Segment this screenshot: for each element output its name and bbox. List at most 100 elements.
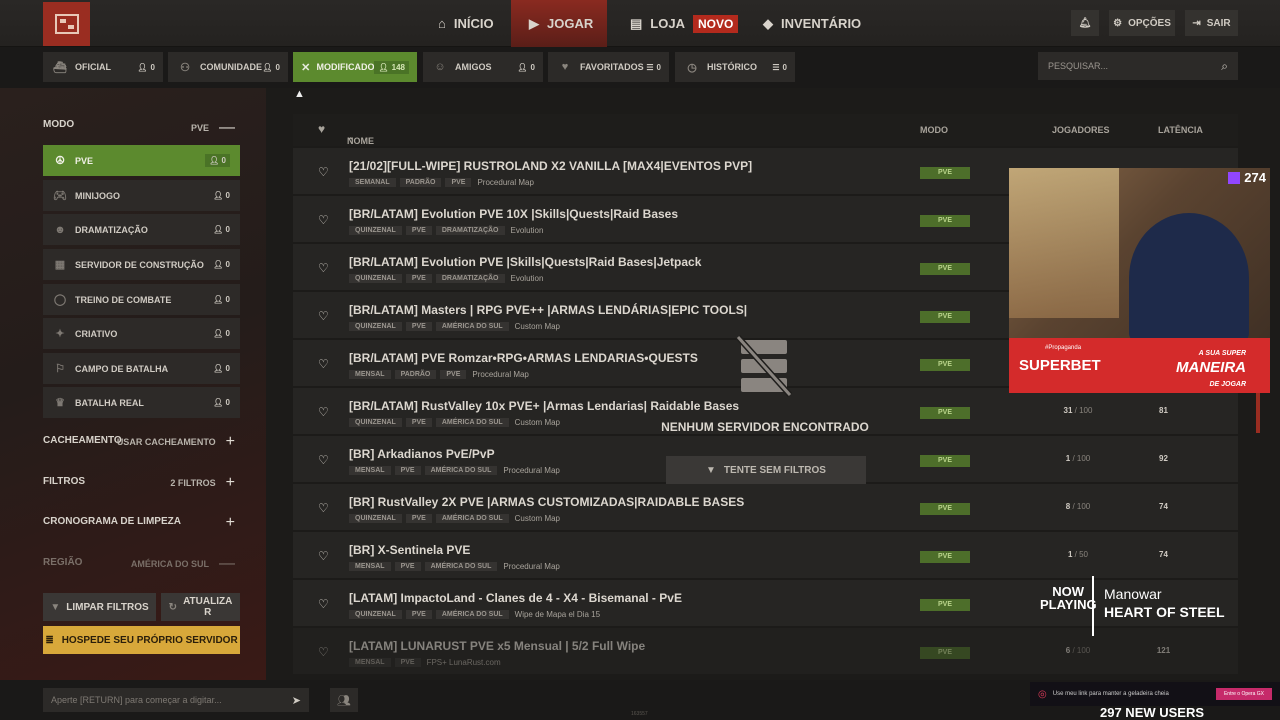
tab-comunidade[interactable]: ⚇ COMUNIDADE 👤︎ 0 [168,52,288,82]
server-tag: SEMANAL [349,178,396,187]
box-icon: ◆ [763,15,773,31]
mode-item-pve[interactable]: ☮ PVE 👤︎ 0 [43,145,240,176]
server-tags: QUINZENAL PVE DRAMATIZAÇÃO Evolution [349,226,543,235]
favorite-heart-icon[interactable]: ♡ [318,261,329,275]
mode-count: 👤︎ 0 [205,154,230,167]
favorite-heart-icon[interactable]: ♡ [318,405,329,419]
favorite-heart-icon[interactable]: ♡ [318,501,329,515]
table-row[interactable]: ♡ [LATAM] LUNARUST PVE x5 Mensual | 5/2 F… [293,628,1238,674]
peace-icon: ☮ [55,155,65,167]
server-name: [BR/LATAM] Evolution PVE |Skills|Quests|… [349,255,702,269]
try-without-filters-button[interactable]: ▼ TENTE SEM FILTROS [666,456,866,484]
plus-icon: + [225,514,235,531]
search-icon[interactable]: ⌕ [1221,59,1228,74]
mode-badge: PVE [920,359,970,371]
mode-count: 👤︎ 0 [213,260,230,269]
server-icon: ≣ [45,634,54,646]
server-tags: QUINZENAL PVE AMÉRICA DO SUL Custom Map [349,514,560,523]
mode-item-batalha-real[interactable]: ♛ BATALHA REAL 👤︎ 0 [43,387,240,418]
server-tag: PADRÃO [399,178,442,187]
favorite-heart-icon[interactable]: ♡ [318,357,329,371]
favorite-heart-icon[interactable]: ♡ [318,309,329,323]
options-button[interactable]: ⚙ OPÇÕES [1109,10,1175,36]
friends-button[interactable]: 👥︎ [330,688,358,712]
tab-amigos[interactable]: ☺ AMIGOS 👤︎ 0 [423,52,543,82]
target-icon: ◯ [53,294,67,306]
server-tag: PVE [405,418,432,427]
latency-value: 74 [1159,502,1168,511]
server-name: [BR] RustValley 2X PVE |ARMAS CUSTOMIZAD… [349,495,745,509]
server-tags: MENSAL PVE AMÉRICA DO SUL Procedural Map [349,562,560,571]
promo-button[interactable]: Entre o Opera GX [1215,688,1272,700]
tab-modificado[interactable]: ✕ MODIFICADO 👤︎ 148 [293,52,417,82]
wipe-schedule-toggle[interactable]: + [226,514,235,532]
rust-logo[interactable] [43,2,90,46]
mode-item-campo-batalha[interactable]: ⚐ CAMPO DE BATALHA 👤︎ 0 [43,353,240,384]
tab-historico[interactable]: ◷ HISTÓRICO ☰ 0 [675,52,795,82]
tab-oficial[interactable]: ⛴ OFICIAL 👤︎ 0 [43,52,163,82]
chat-input[interactable]: Aperte [RETURN] para começar a digitar..… [43,688,309,712]
refresh-button[interactable]: ↻ ATUALIZA R [161,593,240,621]
search-input[interactable]: PESQUISAR... ⌕ [1038,52,1238,80]
mode-count: 👤︎ 0 [213,191,230,200]
home-icon: ⌂ [438,16,446,31]
mode-badge: PVE [920,551,970,563]
player-count: 8 / 100 [1065,502,1091,511]
server-tags: MENSAL PVE FPS+ LunaRust.com [349,658,501,667]
notifications-button[interactable]: 🔔︎ [1071,10,1099,36]
tab-loja[interactable]: ▤ LOJA NOVO [612,0,756,47]
tools-icon: ✕ [301,61,311,74]
friend-icon: ☺ [434,61,446,73]
favorite-heart-icon[interactable]: ♡ [318,213,329,227]
server-tag: PADRÃO [394,370,437,379]
tab-inicio[interactable]: ⌂ INÍCIO [420,0,512,47]
server-name: [BR/LATAM] Evolution PVE 10X |Skills|Que… [349,207,679,221]
song-title: HEART OF STEEL [1104,604,1225,620]
tab-inventario[interactable]: ◆ INVENTÁRIO [745,0,879,47]
region-toggle[interactable]: AMÉRICA DO SUL — [131,555,235,573]
favorite-heart-icon[interactable]: ♡ [318,597,329,611]
mode-item-criativo[interactable]: ✦ CRIATIVO 👤︎ 0 [43,318,240,349]
tab-jogar[interactable]: ▶ JOGAR [511,0,607,47]
mode-item-treino-combate[interactable]: ◯ TREINO DE COMBATE 👤︎ 0 [43,284,240,315]
play-icon: ▶ [529,15,539,31]
host-server-button[interactable]: ≣ HOSPEDE SEU PRÓPRIO SERVIDOR [43,626,240,654]
column-players[interactable]: JOGADORES [1052,125,1110,135]
server-count: 👤︎ 148 [374,60,409,74]
mask-icon: ☻ [54,223,66,236]
mode-badge: PVE [920,599,970,611]
clock-icon: ◷ [687,61,697,74]
mode-toggle[interactable]: PVE — [191,119,235,137]
column-latency[interactable]: LATÊNCIA [1158,125,1203,135]
server-name: [LATAM] LUNARUST PVE x5 Mensual | 5/2 Fu… [349,639,646,653]
list-icon: ☰ [772,62,780,72]
cache-toggle[interactable]: USAR CACHEAMENTO + [117,433,235,451]
mode-item-minijogo[interactable]: 🎮︎ MINIJOGO 👤︎ 0 [43,180,240,211]
bell-icon: 🔔︎ [1078,17,1092,29]
exit-button[interactable]: ⇥ SAIR [1185,10,1238,36]
mode-item-servidor-construcao[interactable]: ▦ SERVIDOR DE CONSTRUÇÃO 👤︎ 0 [43,249,240,280]
favorite-heart-icon[interactable]: ♡ [318,549,329,563]
send-icon[interactable]: ➤ [292,694,301,707]
list-icon: ☰ [646,62,654,72]
column-mode[interactable]: MODO [920,125,948,135]
table-row[interactable]: ♡ [BR] RustValley 2X PVE |ARMAS CUSTOMIZA… [293,484,1238,530]
filters-toggle[interactable]: 2 FILTROS + [170,474,235,492]
server-tag: QUINZENAL [349,322,402,331]
refresh-icon: ↻ [168,601,178,613]
favorite-heart-icon[interactable]: ♡ [318,645,329,659]
clear-filters-button[interactable]: ▼ LIMPAR FILTROS [43,593,156,621]
server-tag: AMÉRICA DO SUL [424,466,498,475]
favorite-column-icon[interactable]: ♥ [318,122,325,136]
server-tag: PVE [405,274,432,283]
favorite-heart-icon[interactable]: ♡ [318,453,329,467]
server-tag: PVE [394,466,421,475]
favorite-heart-icon[interactable]: ♡ [318,165,329,179]
wipe-schedule-label: CRONOGRAMA DE LIMPEZA [43,516,181,527]
logout-icon: ⇥ [1192,17,1201,29]
tab-favoritados[interactable]: ♥ FAVORITADOS ☰ 0 [548,52,669,82]
mode-item-dramatizacao[interactable]: ☻ DRAMATIZAÇÃO 👤︎ 0 [43,214,240,245]
table-header: ♥ NOME ⌃ MODO JOGADORES LATÊNCIA [293,114,1238,146]
server-tag: QUINZENAL [349,610,402,619]
table-row[interactable]: ♡ [BR] X-Sentinela PVE MENSAL PVE AMÉRICA DO… [293,532,1238,578]
